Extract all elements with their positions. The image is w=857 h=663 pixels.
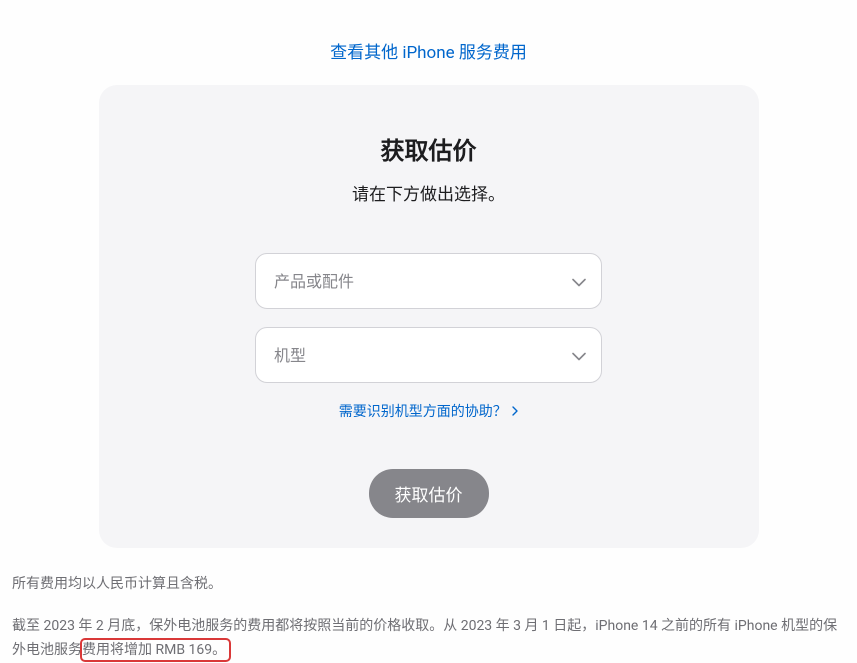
other-service-fee-link[interactable]: 查看其他 iPhone 服务费用 — [330, 43, 527, 63]
product-select[interactable]: 产品或配件 — [255, 253, 602, 309]
model-select[interactable]: 机型 — [255, 327, 602, 383]
chevron-right-icon — [512, 404, 518, 420]
footer-notes: 所有费用均以人民币计算且含税。 截至 2023 年 2 月底，保外电池服务的费用… — [0, 548, 857, 662]
help-link-text: 需要识别机型方面的协助？ — [339, 404, 507, 420]
highlighted-price-increase: 费用将增加 RMB 169。 — [80, 638, 231, 662]
estimate-card: 获取估价 请在下方做出选择。 产品或配件 机型 需要识别机型方面的协助？ 获取估… — [99, 85, 759, 548]
footer-line-currency: 所有费用均以人民币计算且含税。 — [12, 572, 845, 596]
card-title: 获取估价 — [99, 131, 759, 166]
footer-line-price-change: 截至 2023 年 2 月底，保外电池服务的费用都将按照当前的价格收取。从 20… — [12, 614, 845, 662]
card-subtitle: 请在下方做出选择。 — [99, 180, 759, 205]
get-estimate-button[interactable]: 获取估价 — [369, 469, 489, 518]
identify-model-help-link[interactable]: 需要识别机型方面的协助？ — [339, 404, 518, 420]
